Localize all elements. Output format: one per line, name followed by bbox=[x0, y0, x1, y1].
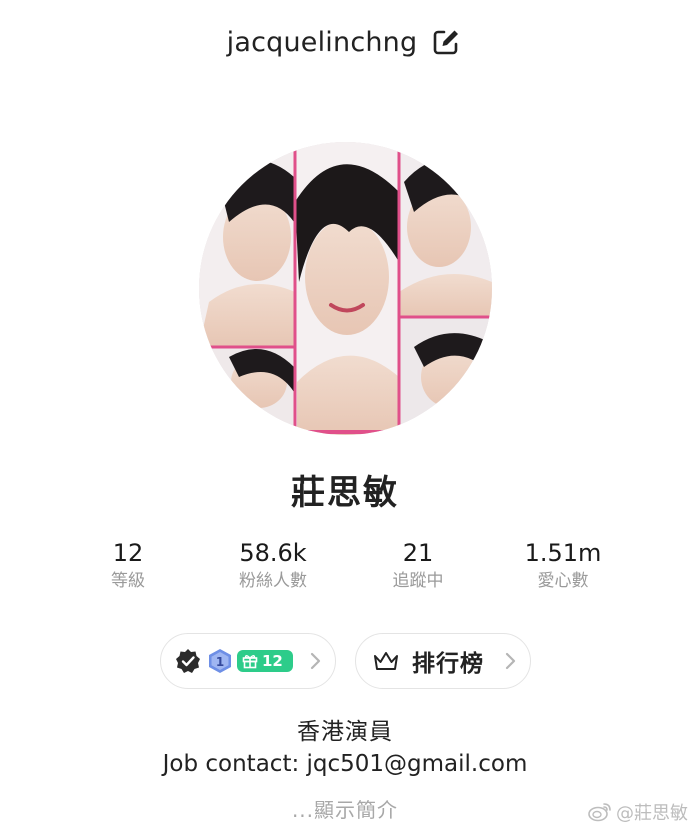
display-name: 莊思敏 bbox=[291, 473, 399, 513]
stats-row: 12 等級 58.6k 粉絲人數 21 追蹤中 1.51m 愛心數 bbox=[0, 538, 690, 598]
stat-level[interactable]: 12 等級 bbox=[48, 538, 208, 592]
gift-count: 12 bbox=[262, 652, 283, 670]
watermark: @莊思敏 bbox=[588, 799, 688, 825]
watermark-text: @莊思敏 bbox=[616, 803, 688, 824]
profile-header: jacquelinchng bbox=[0, 22, 690, 62]
edit-icon[interactable] bbox=[429, 25, 463, 59]
chevron-right-icon bbox=[504, 652, 516, 670]
show-bio-link[interactable]: ...顯示簡介 bbox=[0, 794, 690, 823]
avatar[interactable] bbox=[199, 142, 492, 435]
stat-label: 愛心數 bbox=[537, 571, 589, 591]
stat-value: 58.6k bbox=[239, 539, 307, 567]
verified-icon bbox=[175, 648, 201, 674]
gift-badge: 12 bbox=[237, 650, 293, 672]
gift-icon bbox=[242, 655, 258, 669]
badges-button[interactable]: 1 12 bbox=[160, 633, 336, 689]
stat-label: 等級 bbox=[111, 571, 145, 591]
bio-contact: Job contact: jqc501@gmail.com bbox=[162, 751, 528, 777]
username: jacquelinchng bbox=[226, 26, 418, 58]
ranking-label: 排行榜 bbox=[412, 651, 484, 677]
stat-following[interactable]: 21 追蹤中 bbox=[338, 538, 498, 592]
bio: 香港演員 Job contact: jqc501@gmail.com bbox=[0, 716, 690, 780]
stat-label: 追蹤中 bbox=[392, 571, 444, 591]
level-badge-icon: 1 bbox=[207, 648, 233, 674]
ranking-button[interactable]: 排行榜 bbox=[355, 633, 531, 689]
stat-value: 1.51m bbox=[524, 539, 602, 567]
stat-label: 粉絲人數 bbox=[239, 571, 307, 591]
weibo-icon bbox=[588, 803, 611, 822]
stat-value: 12 bbox=[112, 539, 144, 567]
stat-likes[interactable]: 1.51m 愛心數 bbox=[483, 538, 643, 592]
stat-value: 21 bbox=[402, 539, 434, 567]
chevron-right-icon bbox=[309, 652, 321, 670]
level-badge-text: 1 bbox=[216, 655, 224, 669]
stat-followers[interactable]: 58.6k 粉絲人數 bbox=[193, 538, 353, 592]
crown-icon bbox=[372, 650, 400, 672]
bio-line: 香港演員 bbox=[297, 719, 393, 745]
